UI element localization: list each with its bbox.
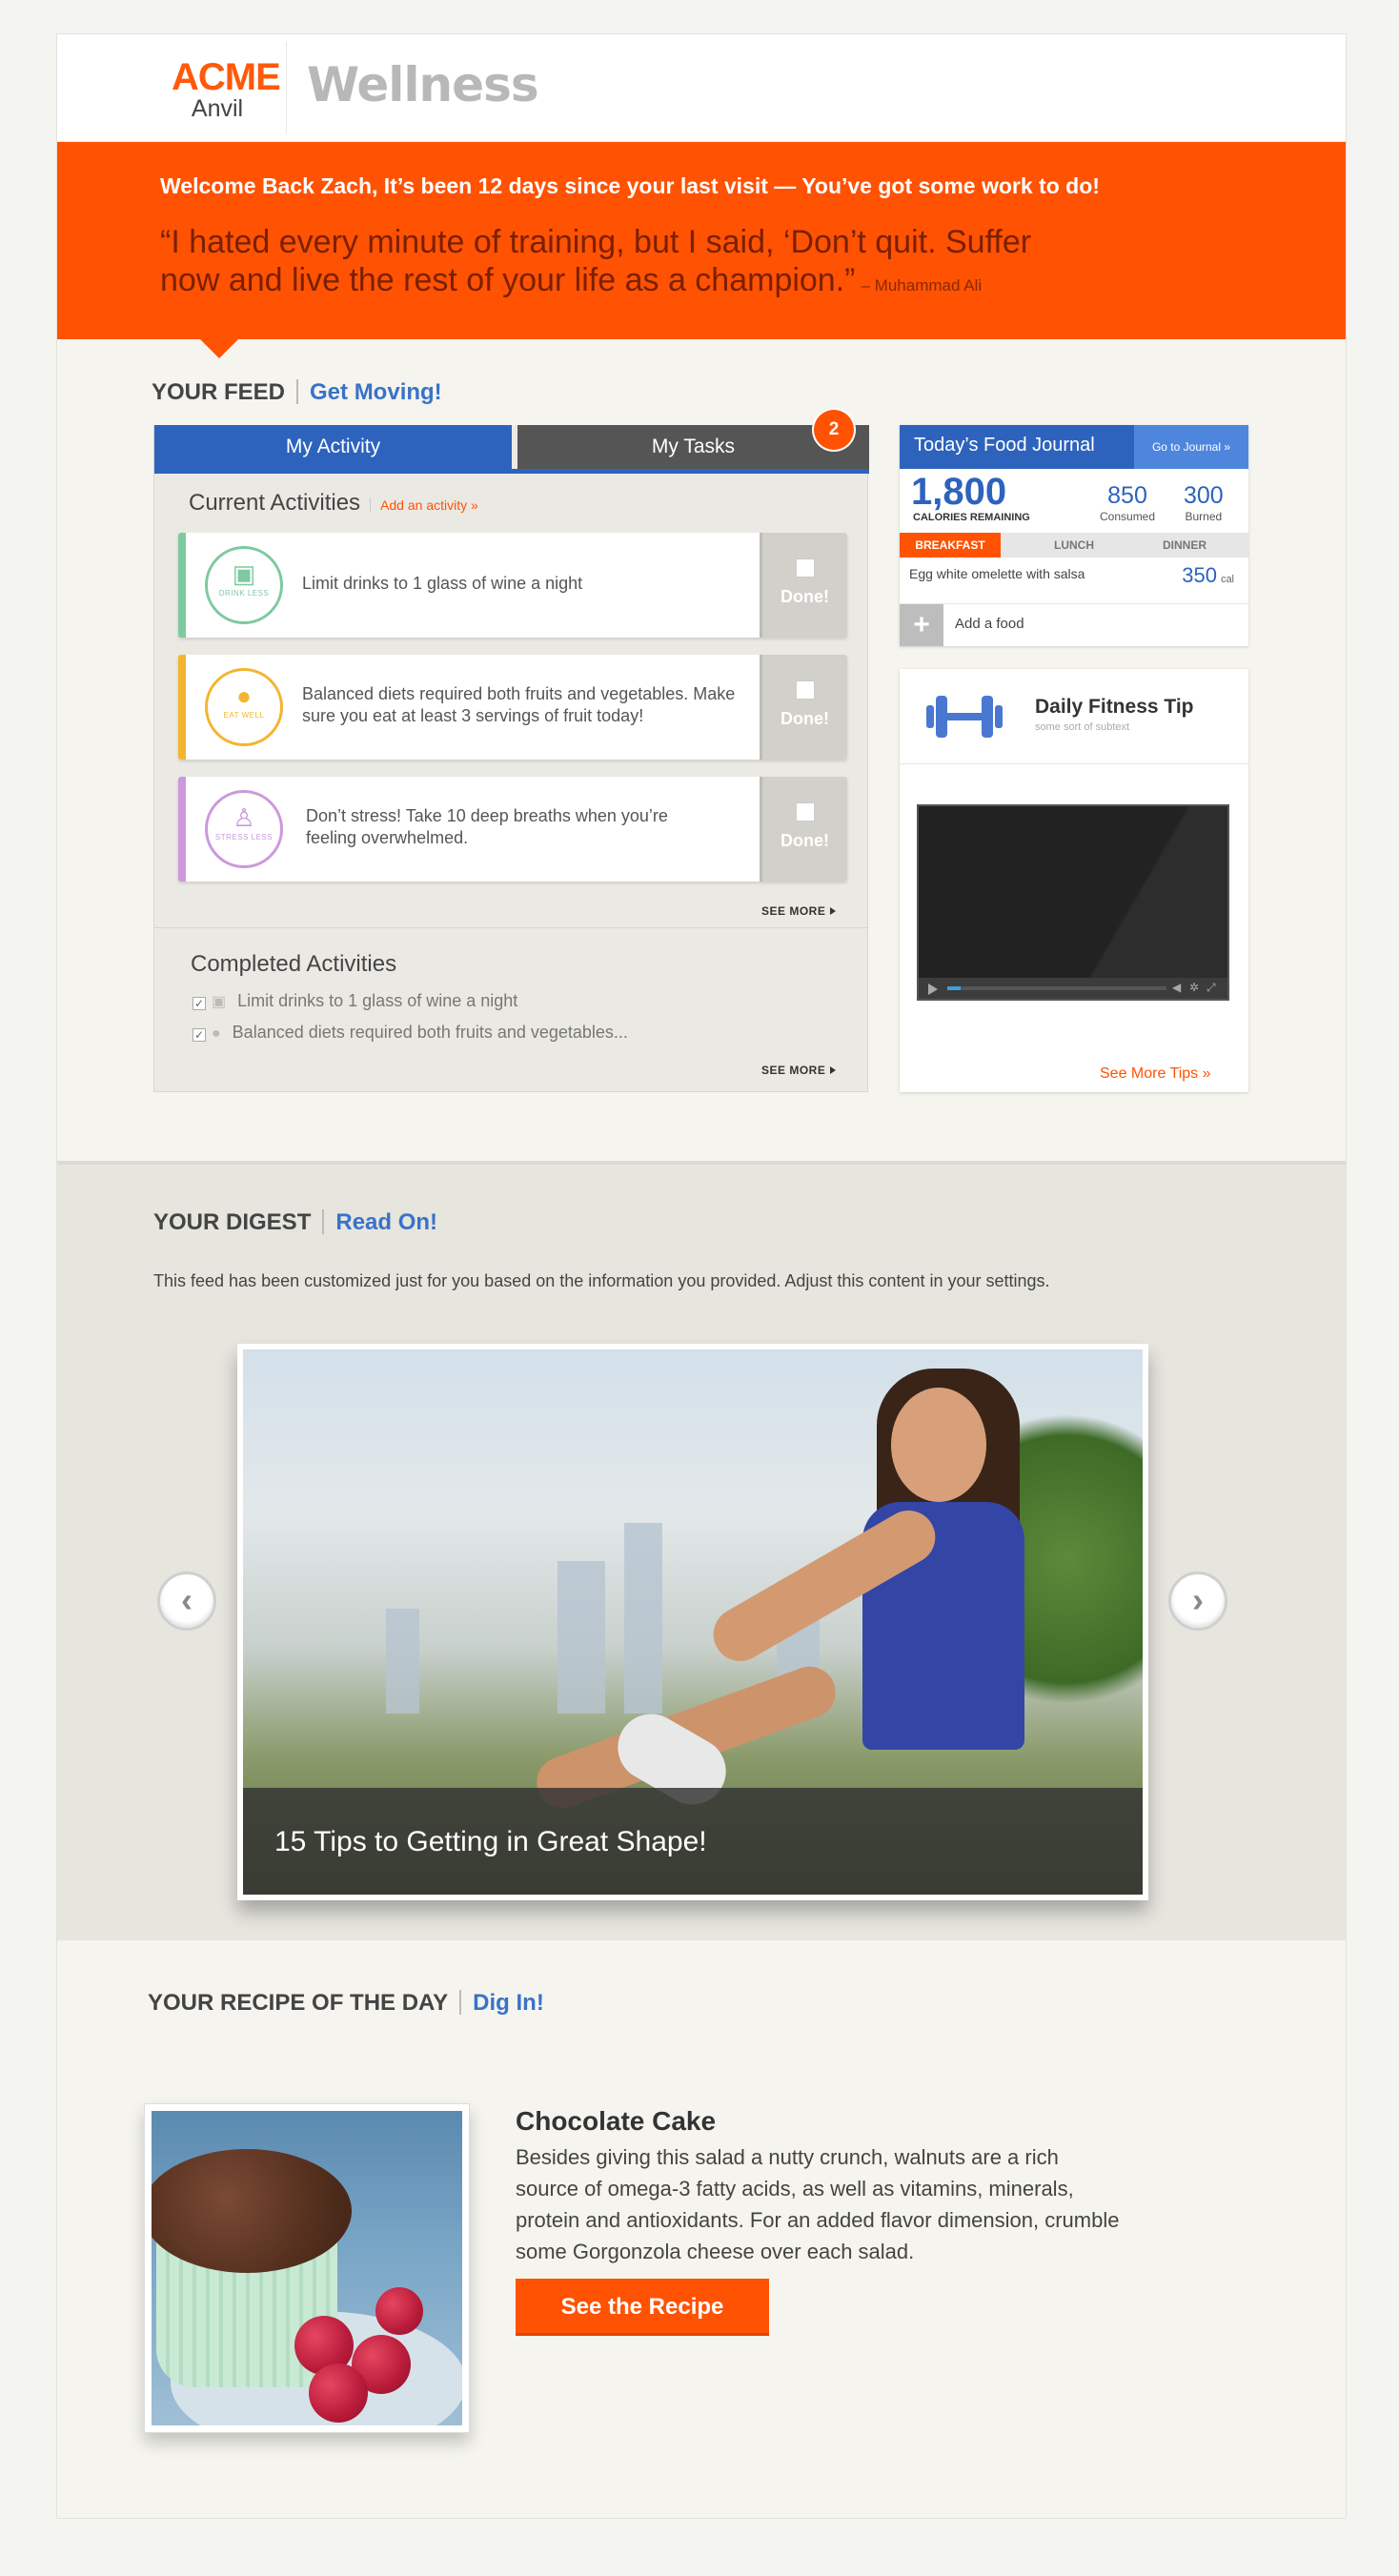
done-button[interactable]: Done! <box>760 655 847 760</box>
completed-activities-title: Completed Activities <box>191 951 397 977</box>
play-icon[interactable] <box>928 984 938 995</box>
digest-title: YOUR DIGEST <box>153 1209 312 1235</box>
food-journal-header: Today’s Food Journal Go to Journal » <box>900 425 1248 469</box>
chevron-right-icon[interactable]: › <box>1168 1572 1227 1631</box>
video-controls: ◀ ✲ ⤢ <box>919 978 1227 999</box>
settings-icon[interactable]: ✲ <box>1189 981 1199 994</box>
activity-text: Don’t stress! Take 10 deep breaths when … <box>306 806 668 847</box>
calories-remaining-value: 1,800 <box>911 471 1007 513</box>
done-button[interactable]: Done! <box>760 777 847 882</box>
done-button[interactable]: Done! <box>760 533 847 638</box>
calories-remaining-label: CALORIES REMAINING <box>913 512 1030 523</box>
welcome-message: Welcome Back Zach, It’s been 12 days sin… <box>160 173 1100 198</box>
motivational-quote: “I hated every minute of training, but I… <box>160 223 1094 305</box>
food-item-name: Egg white omelette with salsa <box>909 566 1085 581</box>
tab-my-activity[interactable]: My Activity <box>154 425 512 473</box>
see-recipe-button[interactable]: See the Recipe <box>516 2279 769 2336</box>
activity-text: Balanced diets required both fruits and … <box>302 684 736 725</box>
digest-section: YOUR DIGEST Read On! This feed has been c… <box>57 1161 1346 1940</box>
logo-acme: ACME <box>172 56 281 98</box>
activity-card: ● EAT WELL Balanced diets required both … <box>178 655 847 760</box>
add-food-label[interactable]: Add a food <box>955 616 1024 632</box>
recipe-accent: Dig In! <box>473 1990 544 2016</box>
checked-checkbox: ✓ <box>193 1028 206 1042</box>
go-to-journal-link[interactable]: Go to Journal » <box>1134 425 1248 469</box>
checked-checkbox: ✓ <box>193 997 206 1010</box>
apple-icon: ● EAT WELL <box>205 668 283 746</box>
drink-cup-icon: ▣ DRINK LESS <box>205 546 283 624</box>
done-checkbox[interactable] <box>796 680 815 700</box>
video-progress-bar[interactable] <box>947 986 1166 990</box>
page-frame: ACME Anvil Wellness Welcome Back Zach, I… <box>56 33 1347 2519</box>
add-food-row[interactable]: + Add a food <box>900 603 1248 646</box>
burned-stat: 300 Burned <box>1184 482 1224 523</box>
food-item-calories: 350 cal <box>1182 563 1234 587</box>
activity-panel: My Activity My Tasks 2 Current Activitie… <box>153 410 869 1092</box>
digest-section-title: YOUR DIGEST Read On! <box>153 1209 437 1236</box>
tab-breakfast[interactable]: BREAKFAST <box>900 533 1001 558</box>
activity-card: ♙ STRESS LESS Don’t stress! Take 10 deep… <box>178 777 847 882</box>
top-bar: ACME Anvil Wellness <box>57 34 1346 142</box>
recipe-name: Chocolate Cake <box>516 2106 717 2136</box>
tasks-count-badge: 2 <box>814 410 854 450</box>
current-activities-title: Current Activities <box>189 490 361 516</box>
digest-slide[interactable]: 15 Tips to Getting in Great Shape! <box>237 1344 1148 1900</box>
fullscreen-icon[interactable]: ⤢ <box>1206 981 1216 995</box>
fitness-tip-widget: Daily Fitness Tip some sort of subtext ◀… <box>900 669 1248 1092</box>
digest-description: This feed has been customized just for y… <box>153 1271 1050 1290</box>
section-divider <box>154 927 867 928</box>
drink-cup-icon: ▣ <box>212 994 227 1010</box>
fitness-tip-header: Daily Fitness Tip some sort of subtext <box>900 669 1248 764</box>
apple-icon: ● <box>212 1025 221 1042</box>
feed-section-title: YOUR FEED Get Moving! <box>152 379 442 406</box>
fitness-tip-title: Daily Fitness Tip <box>1035 696 1194 718</box>
tab-lunch[interactable]: LUNCH <box>1024 533 1125 558</box>
digest-accent: Read On! <box>335 1209 438 1235</box>
product-name: Wellness <box>307 57 539 112</box>
recipe-section-heading: YOUR RECIPE OF THE DAY <box>148 1990 449 2016</box>
logo-anvil: Anvil <box>191 95 244 122</box>
feed-accent: Get Moving! <box>310 379 442 405</box>
done-checkbox[interactable] <box>796 558 815 578</box>
current-activities-heading: Current Activities Add an activity » <box>189 490 478 517</box>
see-more-completed-link[interactable]: SEE MORE <box>761 1064 836 1077</box>
see-more-current-link[interactable]: SEE MORE <box>761 904 836 918</box>
banner-pointer <box>200 339 238 358</box>
add-activity-link[interactable]: Add an activity » <box>370 497 478 513</box>
completed-item: ✓ ● Balanced diets required both fruits an… <box>193 1023 628 1042</box>
activity-text: Limit drinks to 1 glass of wine a night <box>302 574 583 593</box>
fitness-tip-subtitle: some sort of subtext <box>1035 721 1130 733</box>
consumed-stat: 850 Consumed <box>1100 482 1156 523</box>
video-player[interactable]: ◀ ✲ ⤢ <box>917 804 1229 1001</box>
feed-title: YOUR FEED <box>152 379 286 405</box>
food-journal-title: Today’s Food Journal <box>914 435 1095 456</box>
completed-item: ✓ ▣ Limit drinks to 1 glass of wine a nigh… <box>193 991 518 1010</box>
chevron-left-icon[interactable]: ‹ <box>157 1572 216 1631</box>
recipe-description: Besides giving this salad a nutty crunch… <box>516 2145 1120 2263</box>
activity-card: ▣ DRINK LESS Limit drinks to 1 glass of … <box>178 533 847 638</box>
plus-icon[interactable]: + <box>900 604 943 646</box>
done-checkbox[interactable] <box>796 802 815 821</box>
see-more-tips-link[interactable]: See More Tips » <box>1100 1065 1211 1083</box>
food-journal-widget: Today’s Food Journal Go to Journal » 1,8… <box>900 425 1248 646</box>
tab-underline <box>154 469 869 474</box>
meditation-icon: ♙ STRESS LESS <box>205 790 283 868</box>
logo-divider <box>286 42 287 133</box>
quote-author: – Muhammad Ali <box>861 276 983 294</box>
acme-anvil-logo[interactable]: ACME Anvil <box>172 56 281 122</box>
recipe-section-title: YOUR RECIPE OF THE DAY Dig In! <box>148 1990 544 2017</box>
tab-dinner[interactable]: DINNER <box>1134 533 1235 558</box>
welcome-banner: Welcome Back Zach, It’s been 12 days sin… <box>57 142 1346 339</box>
dumbbell-icon <box>926 696 1003 738</box>
slide-caption[interactable]: 15 Tips to Getting in Great Shape! <box>274 1826 707 1858</box>
meal-tabs: BREAKFAST LUNCH DINNER <box>900 533 1248 558</box>
volume-icon[interactable]: ◀ <box>1172 981 1181 994</box>
recipe-image[interactable] <box>144 2103 470 2433</box>
